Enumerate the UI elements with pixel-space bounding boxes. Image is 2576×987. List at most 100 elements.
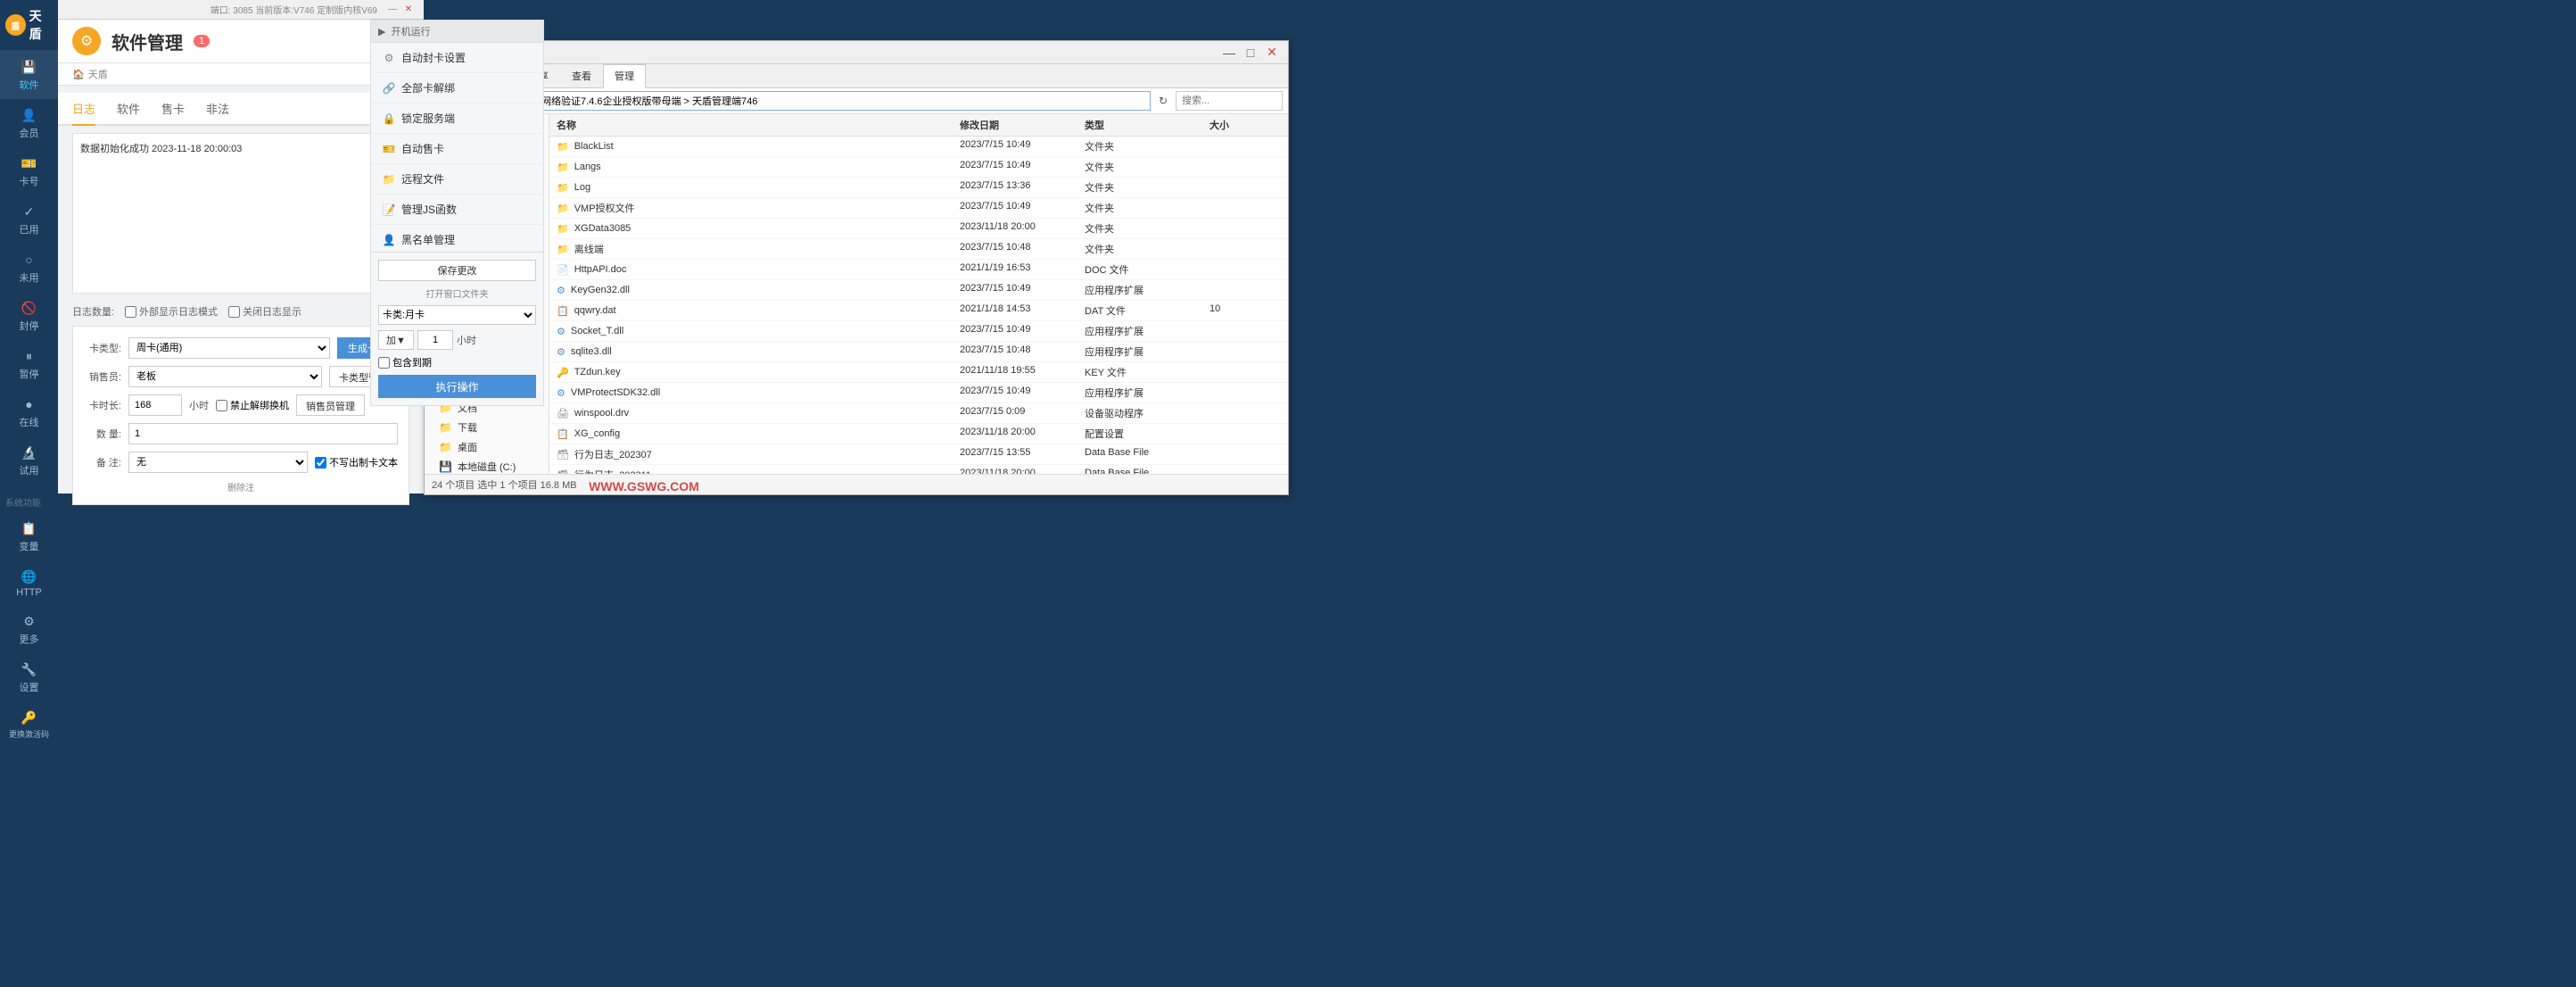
no-write-input[interactable] bbox=[315, 457, 326, 469]
mp-item-remotefile[interactable]: 📁 远程文件 bbox=[371, 164, 543, 195]
fm-close-button[interactable]: ✕ bbox=[1263, 46, 1281, 60]
external-log-checkbox[interactable]: 外部显示日志模式 bbox=[125, 304, 218, 319]
card-form: 卡类型: 周卡(通用) 生成卡号 销售员: 老板 卡类型管理 卡时长: 小时 禁… bbox=[72, 326, 409, 505]
sidebar-item-card[interactable]: 🎫 卡号 bbox=[0, 147, 58, 195]
file-row-1[interactable]: 📁Langs 2023/7/15 10:49 文件夹 bbox=[549, 157, 1288, 178]
cg-include-checkbox[interactable]: 包含到期 bbox=[378, 355, 432, 369]
card-type-label: 卡类型: bbox=[84, 341, 121, 355]
sidebar-item-used[interactable]: ✓ 已用 bbox=[0, 195, 58, 244]
no-write-checkbox[interactable]: 不写出制卡文本 bbox=[315, 455, 398, 469]
cg-add-button[interactable]: 加▼ bbox=[378, 330, 414, 350]
col-date[interactable]: 修改日期 bbox=[960, 118, 1085, 132]
file-date-10: 2023/7/15 10:48 bbox=[960, 344, 1085, 359]
close-button[interactable]: ✕ bbox=[400, 3, 417, 17]
fm-address-refresh-icon[interactable]: ↻ bbox=[1154, 92, 1172, 110]
fm-search-input[interactable] bbox=[1176, 91, 1283, 111]
mp-item-blacklist[interactable]: 👤 黑名单管理 bbox=[371, 225, 543, 255]
external-log-input[interactable] bbox=[125, 306, 136, 318]
file-row-4[interactable]: 📁XGData3085 2023/11/18 20:00 文件夹 bbox=[549, 219, 1288, 239]
fm-nav-desktop2[interactable]: 📁 桌面 bbox=[425, 437, 549, 457]
cg-value-input[interactable] bbox=[417, 330, 453, 350]
sidebar-item-member[interactable]: 👤 会员 bbox=[0, 99, 58, 147]
close-log-checkbox[interactable]: 关闭日志显示 bbox=[228, 304, 301, 319]
sidebar-item-http[interactable]: 🌐 HTTP bbox=[0, 560, 58, 605]
autocard-icon: ⚙ bbox=[382, 52, 396, 64]
quantity-row: 数 量: bbox=[84, 423, 398, 444]
tab-software[interactable]: 软件 bbox=[117, 93, 140, 126]
quantity-label: 数 量: bbox=[84, 427, 121, 441]
execute-button[interactable]: 执行操作 bbox=[378, 375, 536, 398]
file-date-7: 2023/7/15 10:49 bbox=[960, 283, 1085, 297]
tab-log[interactable]: 日志 bbox=[72, 93, 95, 126]
sidebar-item-online[interactable]: ● 在线 bbox=[0, 388, 58, 436]
remark-select[interactable]: 无 bbox=[128, 452, 308, 473]
external-log-label: 外部显示日志模式 bbox=[139, 304, 218, 319]
main-window: 端口: 3085 当前版本:V746 定制版内核V69 — ✕ ⚙ 软件管理 1… bbox=[58, 0, 424, 494]
sidebar-item-activate[interactable]: 🔑 更换激活码 bbox=[0, 701, 58, 747]
file-row-15[interactable]: 🗃行为日志_202307 2023/7/15 13:55 Data Base F… bbox=[549, 444, 1288, 465]
fm-address-input[interactable] bbox=[516, 91, 1151, 111]
log-entry: 数据初始化成功 2023-11-18 20:00:03 bbox=[80, 144, 242, 154]
file-row-14[interactable]: 📋XG_config 2023/11/18 20:00 配置设置 bbox=[549, 424, 1288, 444]
sidebar-item-settings[interactable]: 🔧 设置 bbox=[0, 653, 58, 701]
save-changes-button[interactable]: 保存更改 bbox=[378, 260, 536, 281]
mp-item-autosel[interactable]: 🎫 自动售卡 bbox=[371, 134, 543, 164]
col-type[interactable]: 类型 bbox=[1085, 118, 1210, 132]
no-unbind-input[interactable] bbox=[216, 400, 227, 411]
mp-item-unbindall[interactable]: 🔗 全部卡解绑 bbox=[371, 73, 543, 104]
file-row-10[interactable]: ⚙sqlite3.dll 2023/7/15 10:48 应用程序扩展 bbox=[549, 342, 1288, 362]
open-file-link[interactable]: 打开窗口文件夹 bbox=[378, 286, 536, 300]
file-row-8[interactable]: 📋qqwry.dat 2021/1/18 14:53 DAT 文件 10 bbox=[549, 301, 1288, 321]
mp-item-lockserver[interactable]: 🔒 锁定服务端 bbox=[371, 104, 543, 134]
fm-maximize-button[interactable]: □ bbox=[1242, 46, 1259, 60]
middle-panel-header: ▶ 开机运行 bbox=[371, 21, 543, 43]
file-size-1 bbox=[1210, 160, 1281, 174]
sidebar-item-unused[interactable]: ○ 未用 bbox=[0, 244, 58, 292]
col-name[interactable]: 名称 bbox=[557, 118, 960, 132]
no-unbind-checkbox[interactable]: 禁止解绑换机 bbox=[216, 398, 289, 412]
sidebar-item-banned[interactable]: 🚫 封停 bbox=[0, 292, 58, 340]
mp-item-autocard[interactable]: ⚙ 自动封卡设置 bbox=[371, 43, 543, 73]
seller-mgr-button[interactable]: 销售员管理 bbox=[296, 394, 365, 416]
sidebar-item-trial[interactable]: 🔬 试用 bbox=[0, 436, 58, 485]
sidebar-item-software[interactable]: 💾 软件 bbox=[0, 51, 58, 99]
file-row-5[interactable]: 📁离线端 2023/7/15 10:48 文件夹 bbox=[549, 239, 1288, 260]
watermark: WWW.GSWG.COM bbox=[589, 479, 699, 494]
file-row-3[interactable]: 📁VMP授权文件 2023/7/15 10:49 文件夹 bbox=[549, 198, 1288, 219]
sidebar-item-variable[interactable]: 📋 变量 bbox=[0, 512, 58, 560]
fm-ribbon: 文件 主页 共享 查看 管理 bbox=[425, 64, 1288, 88]
cg-include-input[interactable] bbox=[378, 357, 390, 369]
file-row-11[interactable]: 🔑TZdun.key 2021/11/18 19:55 KEY 文件 bbox=[549, 362, 1288, 383]
file-size-4 bbox=[1210, 221, 1281, 236]
card-type-select[interactable]: 周卡(通用) bbox=[128, 337, 330, 359]
file-row-7[interactable]: ⚙KeyGen32.dll 2023/7/15 10:49 应用程序扩展 bbox=[549, 280, 1288, 301]
file-row-9[interactable]: ⚙Socket_T.dll 2023/7/15 10:49 应用程序扩展 bbox=[549, 321, 1288, 342]
fm-minimize-button[interactable]: — bbox=[1220, 46, 1238, 60]
fm-nav-downloads2[interactable]: 📁 下载 bbox=[425, 418, 549, 437]
file-row-6[interactable]: 📄HttpAPI.doc 2021/1/19 16:53 DOC 文件 bbox=[549, 260, 1288, 280]
fm-tab-view[interactable]: 查看 bbox=[560, 64, 603, 87]
file-manager-window: 📁 天盾管理端746 — □ ✕ 文件 主页 共享 查看 管理 ◀ ▶ ▲ ↻ … bbox=[424, 40, 1289, 495]
mp-item-jsmanager[interactable]: 📝 管理JS函数 bbox=[371, 195, 543, 225]
file-date-15: 2023/7/15 13:55 bbox=[960, 447, 1085, 461]
tab-sellcard[interactable]: 售卡 bbox=[161, 93, 185, 126]
file-row-12[interactable]: ⚙VMProtectSDK32.dll 2023/7/15 10:49 应用程序… bbox=[549, 383, 1288, 403]
window-titlebar: 端口: 3085 当前版本:V746 定制版内核V69 — ✕ bbox=[58, 0, 424, 20]
duration-input[interactable] bbox=[128, 394, 182, 416]
seller-select[interactable]: 老板 bbox=[128, 366, 322, 387]
cg-cardtype-select[interactable]: 卡类:月卡 bbox=[378, 305, 536, 325]
file-row-2[interactable]: 📁Log 2023/7/15 13:36 文件夹 bbox=[549, 178, 1288, 198]
file-size-13 bbox=[1210, 406, 1281, 420]
sidebar-item-more[interactable]: ⚙ 更多 bbox=[0, 605, 58, 653]
fm-tab-manage[interactable]: 管理 bbox=[603, 64, 646, 88]
quantity-input[interactable] bbox=[128, 423, 398, 444]
tab-illegal[interactable]: 非法 bbox=[206, 93, 229, 126]
file-row-0[interactable]: 📁BlackList 2023/7/15 10:49 文件夹 bbox=[549, 137, 1288, 157]
file-row-16[interactable]: 🗃行为日志_202311 2023/11/18 20:00 Data Base … bbox=[549, 465, 1288, 474]
fm-nav-cdrive[interactable]: 💾 本地磁盘 (C:) bbox=[425, 457, 549, 474]
sidebar-item-paused[interactable]: ⏸ 暂停 bbox=[0, 340, 58, 388]
close-log-input[interactable] bbox=[228, 306, 240, 318]
col-size[interactable]: 大小 bbox=[1210, 118, 1281, 132]
file-row-13[interactable]: 🖨winspool.drv 2023/7/15 0:09 设备驱动程序 bbox=[549, 403, 1288, 424]
minimize-button[interactable]: — bbox=[384, 3, 400, 17]
